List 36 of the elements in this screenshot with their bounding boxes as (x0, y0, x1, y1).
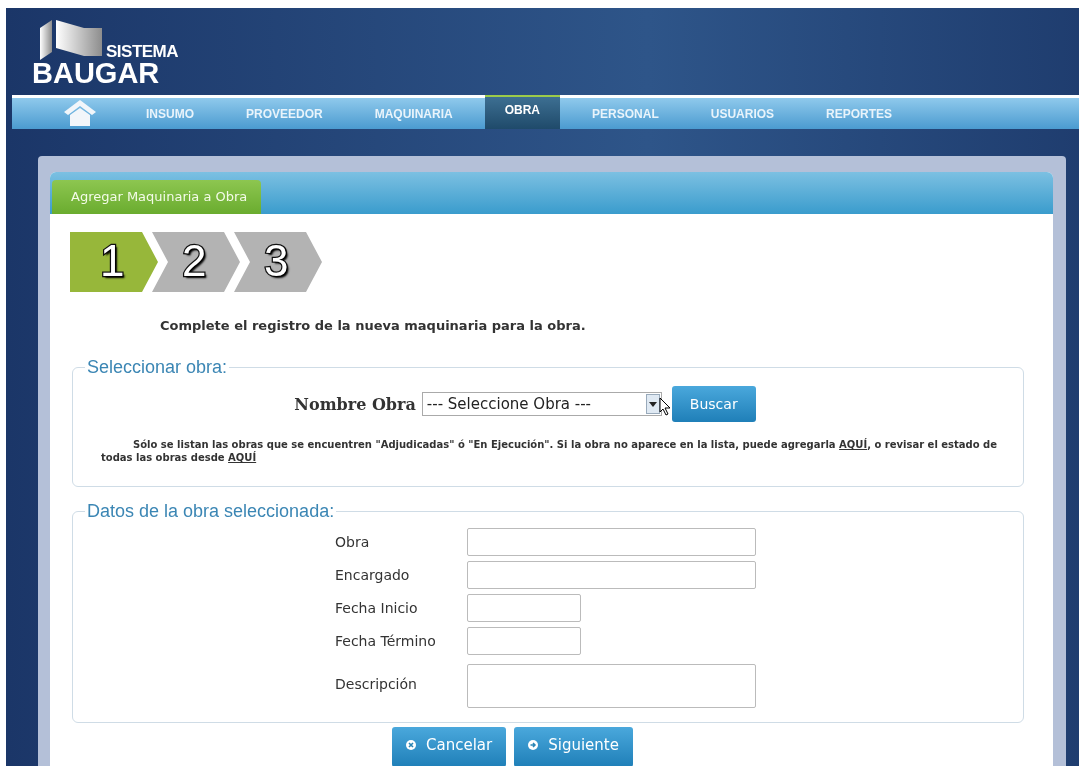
input-field[interactable] (467, 594, 581, 622)
nav-tab[interactable]: USUARIOS (690, 98, 795, 129)
field-label: Fecha Término (335, 633, 437, 649)
panel-tab[interactable]: Agregar Maquinaria a Obra (52, 180, 262, 214)
cursor-icon (658, 397, 671, 416)
input-field[interactable] (467, 627, 581, 655)
input-field[interactable] (467, 528, 756, 556)
close-icon (406, 740, 417, 750)
next-button[interactable]: Siguiente (514, 727, 633, 766)
field-label: Descripción (335, 676, 418, 692)
step-number: 1 (100, 236, 125, 286)
nav-tab[interactable]: PROVEEDOR (226, 98, 343, 129)
logo-icon (38, 19, 104, 60)
here-link[interactable]: AQUÍ (228, 452, 257, 463)
field-label: Obra (335, 534, 371, 550)
section-legend: Datos de la obra seleccionada: (85, 501, 337, 522)
step-number: 2 (182, 236, 207, 286)
search-button[interactable]: Buscar (671, 386, 756, 422)
home-icon[interactable] (64, 100, 96, 126)
input-field[interactable] (467, 561, 756, 589)
nav-tab[interactable]: INSUMO (126, 98, 214, 129)
field-label: Fecha Inicio (335, 600, 419, 616)
cancel-button[interactable]: Cancelar (392, 727, 507, 766)
dropdown-caret-icon (648, 401, 657, 407)
nav-tab[interactable]: PERSONAL (572, 98, 679, 129)
description-field[interactable] (467, 664, 756, 708)
arrow-right-icon (528, 740, 539, 750)
field-label: Encargado (335, 567, 411, 583)
intro-text: Complete el registro de la nueva maquinaria para la obra. (160, 318, 587, 333)
section-legend: Seleccionar obra: (85, 357, 230, 378)
nav-tab[interactable]: MAQUINARIA (354, 98, 473, 129)
field-label: Nombre Obra (294, 394, 416, 414)
nav-tab[interactable]: REPORTES (806, 98, 913, 129)
note-text: Sólo se listan las obras que se encuentren "Adjudicadas" ó "En Ejecución". Si la obra no aparece en la lista, puede agregarla AQUÍ, o revisar el estado de todas las obras desde AQUÍ (101, 438, 998, 464)
nav-tab[interactable]: OBRA (484, 95, 561, 129)
step-number: 3 (264, 236, 289, 286)
